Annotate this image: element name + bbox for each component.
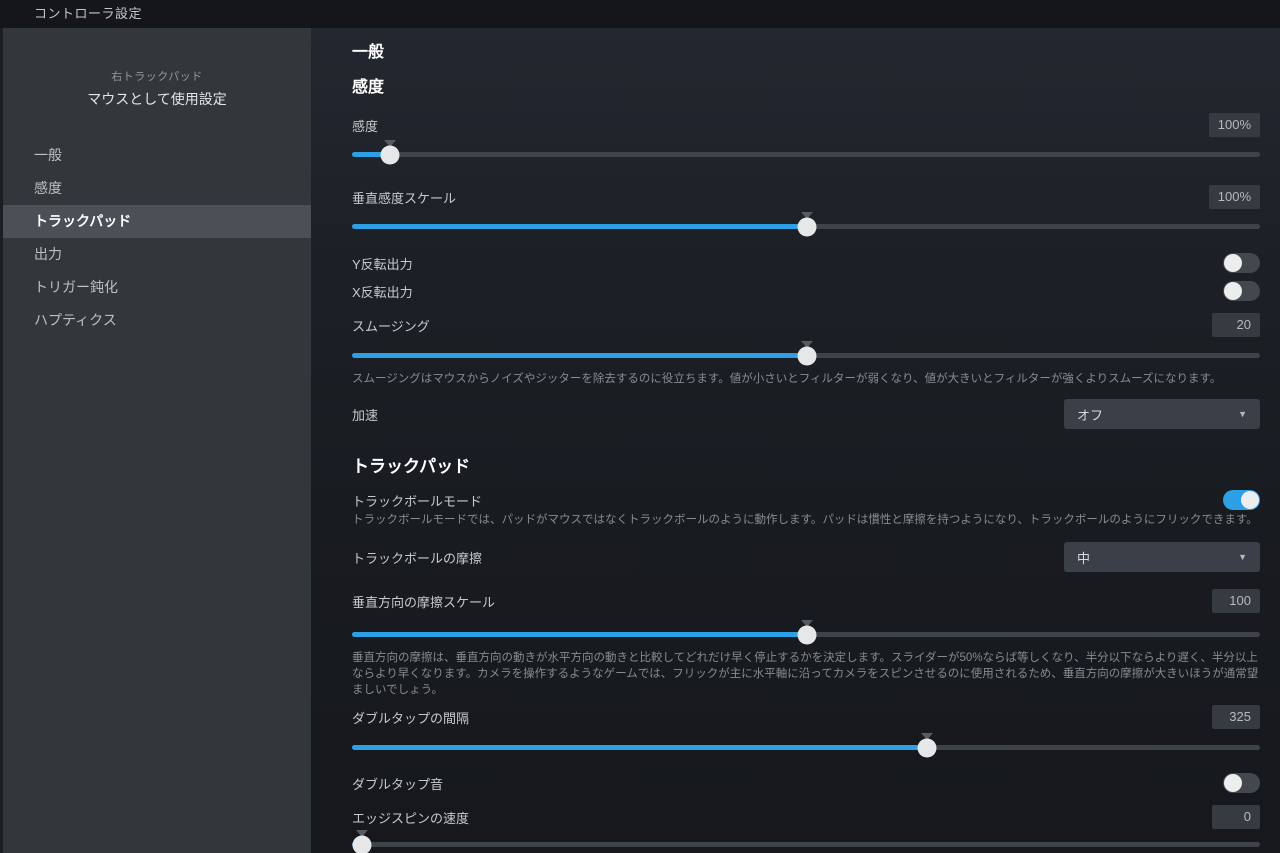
section-heading-general: 一般 <box>352 44 1260 62</box>
chevron-down-icon: ▼ <box>1238 409 1247 419</box>
trackball-friction-dropdown[interactable]: 中 ▼ <box>1064 542 1260 572</box>
section-heading-trackpad: トラックパッド <box>352 456 1260 478</box>
vertical-friction-description: 垂直方向の摩擦は、垂直方向の動きが水平方向の動きと比較してどれだけ早く停止するか… <box>352 650 1260 698</box>
smoothing-description: スムージングはマウスからノイズやジッターを除去するのに役立ちます。値が小さいとフ… <box>352 371 1260 387</box>
slider-fill <box>352 632 807 637</box>
slider-handle[interactable] <box>797 218 816 237</box>
smoothing-label: スムージング <box>352 316 430 335</box>
double-tap-interval-label: ダブルタップの間隔 <box>352 708 469 727</box>
invert-y-row: Y反転出力 <box>352 253 1260 273</box>
slider-handle[interactable] <box>352 836 371 853</box>
vertical-friction-label: 垂直方向の摩擦スケール <box>352 592 495 611</box>
sidebar-title: マウスとして使用設定 <box>3 89 311 109</box>
invert-x-row: X反転出力 <box>352 281 1260 301</box>
sidebar: 右トラックパッド マウスとして使用設定 一般感度トラックパッド出力トリガー鈍化ハ… <box>0 28 311 853</box>
slider-handle[interactable] <box>917 739 936 758</box>
sidebar-item-0[interactable]: 一般 <box>3 139 311 172</box>
invert-y-toggle[interactable] <box>1223 253 1260 273</box>
double-tap-sound-toggle[interactable] <box>1223 773 1260 793</box>
edge-spin-speed-row: エッジスピンの速度 0 <box>352 805 1260 829</box>
toggle-knob <box>1224 774 1242 792</box>
sidebar-item-5[interactable]: ハプティクス <box>3 304 311 337</box>
vertical-scale-slider[interactable] <box>352 215 1260 239</box>
edge-spin-speed-slider[interactable] <box>352 833 1260 853</box>
sensitivity-row: 感度 100% <box>352 113 1260 137</box>
invert-x-toggle[interactable] <box>1223 281 1260 301</box>
double-tap-interval-row: ダブルタップの間隔 325 <box>352 705 1260 729</box>
trackball-mode-toggle[interactable] <box>1223 490 1260 510</box>
slider-fill <box>352 224 807 229</box>
sidebar-item-3[interactable]: 出力 <box>3 238 311 271</box>
dropdown-selected-value: オフ <box>1077 405 1103 424</box>
sidebar-item-2[interactable]: トラックパッド <box>3 205 311 238</box>
vertical-scale-row: 垂直感度スケール 100% <box>352 185 1260 209</box>
sidebar-item-1[interactable]: 感度 <box>3 172 311 205</box>
smoothing-slider[interactable] <box>352 344 1260 368</box>
slider-fill <box>352 745 927 750</box>
slider-handle[interactable] <box>797 347 816 366</box>
slider-fill <box>352 353 807 358</box>
edge-spin-speed-value: 0 <box>1212 805 1260 829</box>
trackball-mode-description: トラックボールモードでは、パッドがマウスではなくトラックボールのように動作します… <box>352 512 1260 528</box>
slider-track[interactable] <box>352 842 1260 847</box>
invert-x-label: X反転出力 <box>352 282 413 301</box>
trackball-friction-label: トラックボールの摩擦 <box>352 548 482 567</box>
vertical-scale-label: 垂直感度スケール <box>352 188 456 207</box>
trackball-mode-row: トラックボールモード <box>352 490 1260 510</box>
toggle-knob <box>1224 254 1242 272</box>
titlebar: コントローラ設定 <box>0 0 1280 28</box>
trackball-friction-row: トラックボールの摩擦 中 ▼ <box>352 542 1260 572</box>
double-tap-sound-row: ダブルタップ音 <box>352 773 1260 793</box>
smoothing-value: 20 <box>1212 313 1260 337</box>
device-label: 右トラックパッド <box>3 68 311 84</box>
toggle-knob <box>1241 491 1259 509</box>
invert-y-label: Y反転出力 <box>352 254 413 273</box>
window-title: コントローラ設定 <box>34 0 142 28</box>
sensitivity-label: 感度 <box>352 116 378 135</box>
sidebar-item-4[interactable]: トリガー鈍化 <box>3 271 311 304</box>
edge-spin-speed-label: エッジスピンの速度 <box>352 808 469 827</box>
slider-handle[interactable] <box>381 146 400 165</box>
acceleration-row: 加速 オフ ▼ <box>352 399 1260 429</box>
sensitivity-value: 100% <box>1209 113 1260 137</box>
toggle-knob <box>1224 282 1242 300</box>
double-tap-interval-value: 325 <box>1212 705 1260 729</box>
acceleration-dropdown[interactable]: オフ ▼ <box>1064 399 1260 429</box>
slider-track[interactable] <box>352 152 1260 157</box>
vertical-scale-value: 100% <box>1209 185 1260 209</box>
chevron-down-icon: ▼ <box>1238 552 1247 562</box>
sensitivity-slider[interactable] <box>352 143 1260 167</box>
settings-panel: 一般 感度 感度 100% 垂直感度スケール 100% Y反転出力 X反転出力 … <box>311 28 1280 853</box>
acceleration-label: 加速 <box>352 405 378 424</box>
sidebar-header: 右トラックパッド マウスとして使用設定 <box>3 68 311 109</box>
double-tap-sound-label: ダブルタップ音 <box>352 774 443 793</box>
vertical-friction-slider[interactable] <box>352 623 1260 647</box>
dropdown-selected-value: 中 <box>1077 548 1090 567</box>
vertical-friction-row: 垂直方向の摩擦スケール 100 <box>352 589 1260 613</box>
trackball-mode-label: トラックボールモード <box>352 491 482 510</box>
section-heading-sensitivity: 感度 <box>352 79 1260 97</box>
vertical-friction-value: 100 <box>1212 589 1260 613</box>
smoothing-row: スムージング 20 <box>352 313 1260 337</box>
slider-handle[interactable] <box>797 626 816 645</box>
double-tap-interval-slider[interactable] <box>352 736 1260 760</box>
sidebar-menu: 一般感度トラックパッド出力トリガー鈍化ハプティクス <box>3 139 311 337</box>
